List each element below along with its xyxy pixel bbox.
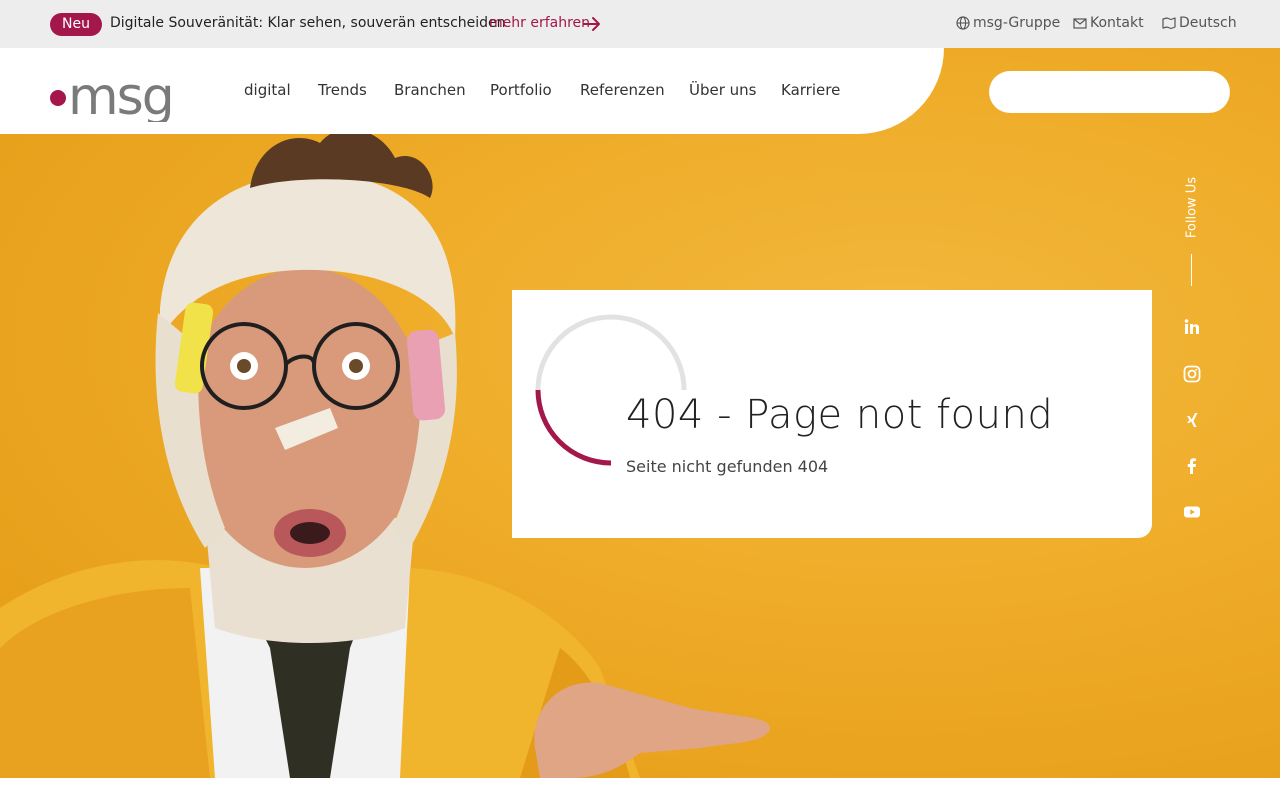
error-subtitle: Seite nicht gefunden 404: [626, 457, 829, 476]
follow-us: Follow Us: [1184, 172, 1200, 244]
linkedin-icon[interactable]: [1183, 318, 1201, 336]
follow-divider: [1191, 254, 1192, 286]
xing-icon[interactable]: [1183, 411, 1201, 429]
footer-strip: [0, 778, 1280, 800]
nav-trends[interactable]: Trends: [318, 81, 367, 99]
nav-referenzen[interactable]: Referenzen: [580, 81, 665, 99]
contact-label: Kontakt: [1090, 15, 1144, 31]
follow-us-label: Follow Us: [1184, 176, 1200, 239]
learn-more-link[interactable]: mehr erfahren: [489, 15, 590, 31]
language-label: Deutsch: [1179, 15, 1237, 31]
instagram-icon[interactable]: [1183, 365, 1201, 383]
error-title: 404 - Page not found: [626, 392, 1054, 438]
youtube-icon[interactable]: [1183, 503, 1201, 521]
nav-branchen[interactable]: Branchen: [394, 81, 466, 99]
mail-icon: [1073, 18, 1087, 29]
search-input[interactable]: [989, 71, 1230, 113]
msg-logo[interactable]: msg: [48, 66, 198, 122]
nav-ueber-uns[interactable]: Über uns: [689, 81, 757, 99]
nav-digital[interactable]: digital: [244, 81, 291, 99]
contact-link[interactable]: Kontakt: [1073, 15, 1144, 31]
nav-karriere[interactable]: Karriere: [781, 81, 840, 99]
new-badge: Neu: [50, 13, 102, 36]
announcement-text: Digitale Souveränität: Klar sehen, souve…: [110, 15, 506, 31]
arrow-right-icon[interactable]: [582, 14, 602, 34]
msg-group-label: msg-Gruppe: [973, 15, 1061, 31]
top-bar: Neu Digitale Souveränität: Klar sehen, s…: [0, 0, 1280, 48]
language-switch[interactable]: Deutsch: [1162, 15, 1237, 31]
map-icon: [1162, 17, 1176, 30]
facebook-icon[interactable]: [1183, 457, 1201, 475]
loading-arc: [535, 314, 687, 466]
msg-group-link[interactable]: msg-Gruppe: [956, 15, 1060, 31]
globe-icon: [956, 16, 970, 30]
svg-text:msg: msg: [68, 67, 173, 122]
nav-portfolio[interactable]: Portfolio: [490, 81, 552, 99]
